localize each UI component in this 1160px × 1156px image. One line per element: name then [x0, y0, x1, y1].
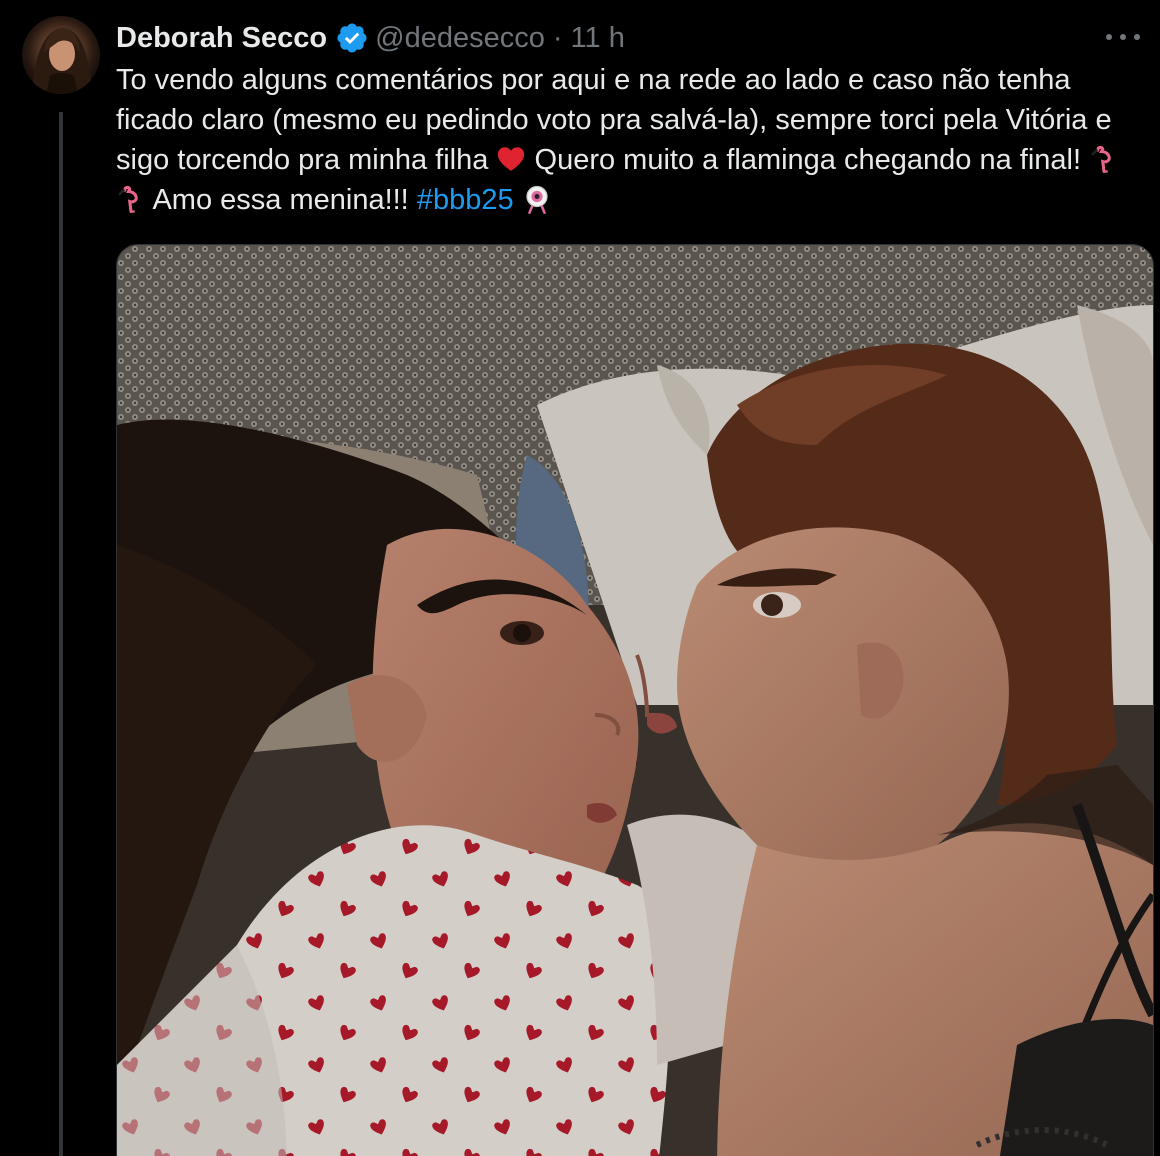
tweet-text-part2: Quero muito a flaminga chegando na final…: [526, 144, 1090, 176]
tweet-text-part3: Amo essa menina!!!: [146, 184, 417, 216]
verified-badge-icon: [335, 21, 369, 55]
flamingo-emoji: [1089, 144, 1119, 174]
tweet[interactable]: Deborah Secco @dedesecco · 11 h To vendo…: [0, 0, 1160, 1156]
avatar[interactable]: [22, 16, 100, 94]
author-handle[interactable]: @dedesecco: [375, 22, 545, 55]
tweet-text: To vendo alguns comentários por aqui e n…: [116, 60, 1126, 220]
tweet-header: Deborah Secco @dedesecco · 11 h: [116, 18, 1140, 58]
avatar-column: [22, 16, 100, 1156]
red-heart-emoji: [496, 144, 526, 174]
bbb-eye-emoji: [522, 184, 552, 214]
author-display-name[interactable]: Deborah Secco: [116, 22, 327, 55]
tweet-timestamp[interactable]: 11 h: [571, 22, 625, 55]
tweet-media-photo[interactable]: [116, 244, 1154, 1156]
separator-dot: ·: [552, 21, 563, 54]
more-options-icon[interactable]: [1106, 20, 1140, 54]
flamingo-emoji: [116, 184, 146, 214]
hashtag-link[interactable]: #bbb25: [417, 184, 514, 216]
thread-connector: [59, 112, 63, 1156]
